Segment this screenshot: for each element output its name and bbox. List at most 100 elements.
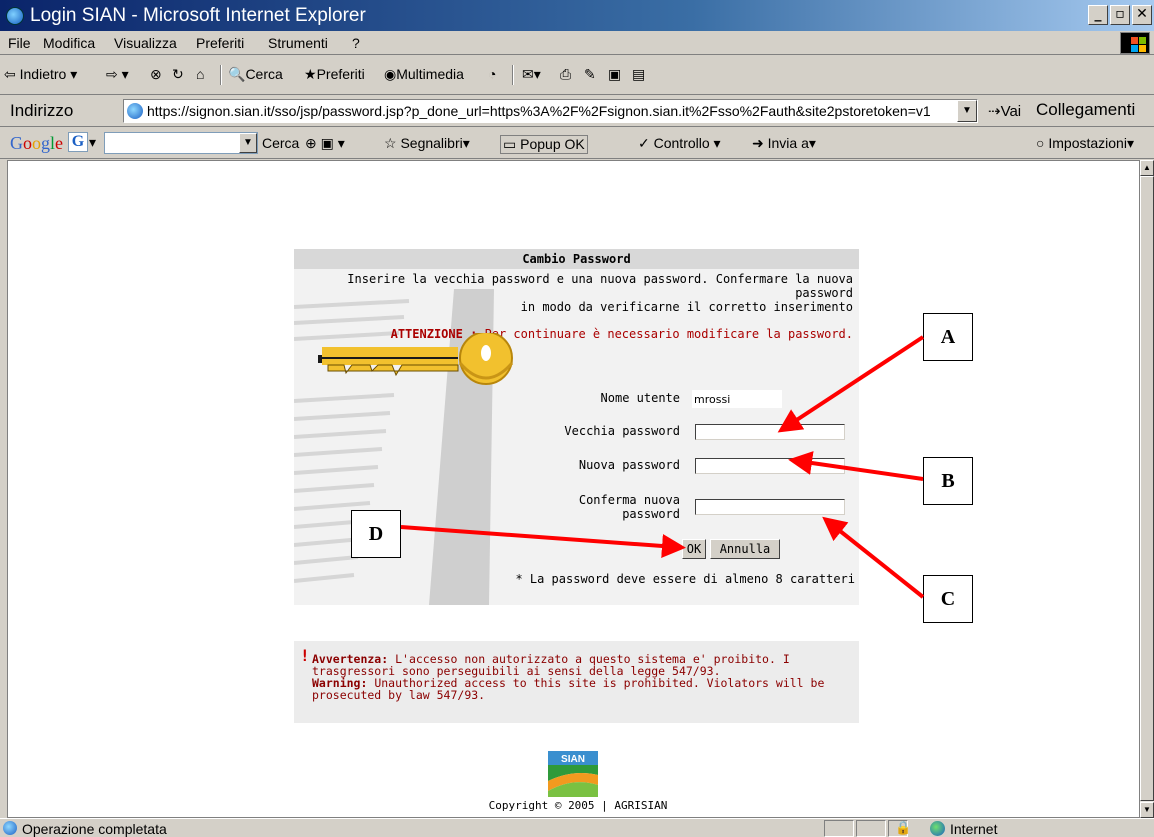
windows-logo-icon — [1120, 32, 1150, 54]
settings-button[interactable]: ○ Impostazioni▾ — [1036, 135, 1134, 152]
google-menu-button[interactable]: G — [68, 132, 88, 152]
address-dropdown-button[interactable]: ▼ — [957, 100, 977, 122]
back-label: Indietro — [19, 66, 67, 82]
status-message: Operazione completata — [22, 821, 167, 837]
old-password-label: Vecchia password — [564, 424, 680, 438]
panel-intro: Inserire la vecchia password e una nuova… — [293, 272, 853, 314]
refresh-icon[interactable]: ↻ — [172, 66, 184, 83]
menu-help[interactable]: ? — [352, 35, 360, 51]
go-button[interactable]: ⇢Vai — [988, 102, 1021, 120]
edit-icon[interactable]: ✎ — [584, 66, 596, 83]
spellcheck-button[interactable]: ✓ Controllo ▾ — [638, 135, 721, 152]
status-bar: Operazione completata 🔒 Internet — [0, 818, 1154, 837]
forward-button[interactable]: ⇨ ▾ — [106, 66, 129, 83]
ie-icon — [6, 7, 24, 25]
media-label: Multimedia — [396, 66, 464, 82]
panel-title: Cambio Password — [294, 249, 859, 269]
copyright: Copyright © 2005 | AGRISIAN — [488, 799, 668, 812]
media-button[interactable]: ◉Multimedia — [384, 66, 464, 83]
scroll-down-button[interactable]: ▼ — [1140, 802, 1154, 818]
home-icon[interactable]: ⌂ — [196, 66, 204, 82]
sian-logo: SIAN — [548, 751, 598, 797]
annotation-d: D — [351, 510, 401, 558]
annotation-c: C — [923, 575, 973, 623]
address-url: https://signon.sian.it/sso/jsp/password.… — [147, 103, 931, 119]
page-icon — [127, 103, 143, 119]
send-to-label: Invia a — [767, 135, 809, 151]
scroll-up-button[interactable]: ▲ — [1140, 160, 1154, 176]
messenger-icon[interactable]: ▤ — [632, 66, 645, 83]
confirm-password-input[interactable] — [695, 499, 845, 515]
page-status-icon — [3, 821, 17, 835]
google-extra-icons[interactable]: ⊕ ▣ ▾ — [305, 135, 345, 152]
favorites-label: Preferiti — [316, 66, 365, 82]
annotation-b: B — [923, 457, 973, 505]
back-button[interactable]: ⇦ Indietro ▾ — [4, 66, 77, 83]
warning-english: Warning: Unauthorized access to this sit… — [302, 677, 851, 701]
search-label: Cerca — [245, 66, 283, 82]
menu-file[interactable]: File — [8, 35, 31, 51]
confirm-password-label: Conferma nuova password — [530, 493, 680, 521]
menu-modifica[interactable]: Modifica — [43, 35, 95, 51]
settings-label: Impostazioni — [1048, 135, 1127, 151]
ok-button[interactable]: OK — [682, 539, 706, 559]
bookmarks-button[interactable]: ☆ Segnalibri▾ — [384, 135, 470, 152]
close-button[interactable]: ✕ — [1132, 5, 1152, 25]
print-icon[interactable]: ⎙ — [560, 66, 571, 83]
warning-en-text: Unauthorized access to this site is proh… — [312, 676, 825, 702]
status-pane-2 — [856, 820, 886, 837]
go-label: Vai — [1000, 103, 1022, 120]
new-password-input[interactable] — [695, 458, 845, 474]
menu-preferiti[interactable]: Preferiti — [196, 35, 244, 51]
links-button[interactable]: Collegamenti — [1036, 100, 1135, 120]
mail-icon[interactable]: ✉▾ — [522, 66, 541, 83]
confirm-label-line-2: password — [622, 507, 680, 521]
confirm-label-line-1: Conferma nuova — [578, 493, 680, 507]
title-bar: Login SIAN - Microsoft Internet Explorer… — [0, 0, 1154, 31]
favorites-button[interactable]: ★Preferiti — [304, 66, 365, 83]
address-label: Indirizzo — [10, 101, 74, 120]
google-toolbar: Google G ▾ ▼ Cerca ⊕ ▣ ▾ ☆ Segnalibri▾ ▭… — [0, 127, 1154, 159]
status-pane-1 — [824, 820, 854, 837]
stop-icon[interactable]: ⊗ — [150, 66, 162, 83]
menu-visualizza[interactable]: Visualizza — [114, 35, 177, 51]
google-logo[interactable]: Google — [10, 133, 63, 154]
annotation-a: A — [923, 313, 973, 361]
cancel-button[interactable]: Annulla — [710, 539, 780, 559]
address-input[interactable]: https://signon.sian.it/sso/jsp/password.… — [123, 99, 978, 123]
intro-line-1: Inserire la vecchia password e una nuova… — [347, 272, 853, 300]
intro-line-2: in modo da verificarne il corretto inser… — [520, 300, 853, 314]
search-button[interactable]: 🔍Cerca — [228, 66, 283, 83]
old-password-input[interactable] — [695, 424, 845, 440]
username-value: mrossi — [692, 390, 782, 408]
attention-text: Per continuare è necessario modificare l… — [484, 327, 853, 341]
google-menu-chevron-icon[interactable]: ▾ — [89, 134, 96, 151]
vertical-scrollbar[interactable]: ▲ ▼ — [1140, 160, 1154, 818]
popup-blocker-button[interactable]: ▭ Popup OK — [500, 135, 588, 154]
discuss-icon[interactable]: ▣ — [608, 66, 621, 83]
menu-bar: File Modifica Visualizza Preferiti Strum… — [0, 31, 1154, 55]
window-title: Login SIAN - Microsoft Internet Explorer — [30, 5, 366, 26]
minimize-button[interactable]: _ — [1088, 5, 1108, 25]
send-to-button[interactable]: ➜ Invia a▾ — [752, 135, 816, 152]
address-bar: Indirizzo https://signon.sian.it/sso/jsp… — [0, 95, 1154, 127]
internet-zone-icon — [930, 821, 945, 836]
warning-italian: Avvertenza: L'accesso non autorizzato a … — [302, 653, 851, 677]
menu-strumenti[interactable]: Strumenti — [268, 35, 328, 51]
bookmarks-label: Segnalibri — [400, 135, 463, 151]
history-icon[interactable]: ◔ — [488, 66, 496, 82]
standard-toolbar: ⇦ Indietro ▾ ⇨ ▾ ⊗ ↻ ⌂ 🔍Cerca ★Preferiti… — [0, 55, 1154, 95]
spellcheck-label: Controllo — [653, 135, 710, 151]
google-search-dropdown[interactable]: ▼ — [239, 133, 257, 153]
google-search-input[interactable]: ▼ — [104, 132, 258, 154]
lock-icon: 🔒 — [895, 820, 912, 835]
scroll-thumb[interactable] — [1140, 176, 1154, 801]
sian-logo-text: SIAN — [561, 754, 585, 765]
security-zone-label: Internet — [950, 821, 998, 837]
warning-icon: ! — [300, 646, 310, 665]
password-length-note: * La password deve essere di almeno 8 ca… — [515, 572, 855, 586]
key-icon — [318, 333, 514, 385]
maximize-button[interactable]: ▫ — [1110, 5, 1130, 25]
popup-label: Popup OK — [520, 136, 585, 152]
google-search-button[interactable]: Cerca — [262, 135, 299, 151]
